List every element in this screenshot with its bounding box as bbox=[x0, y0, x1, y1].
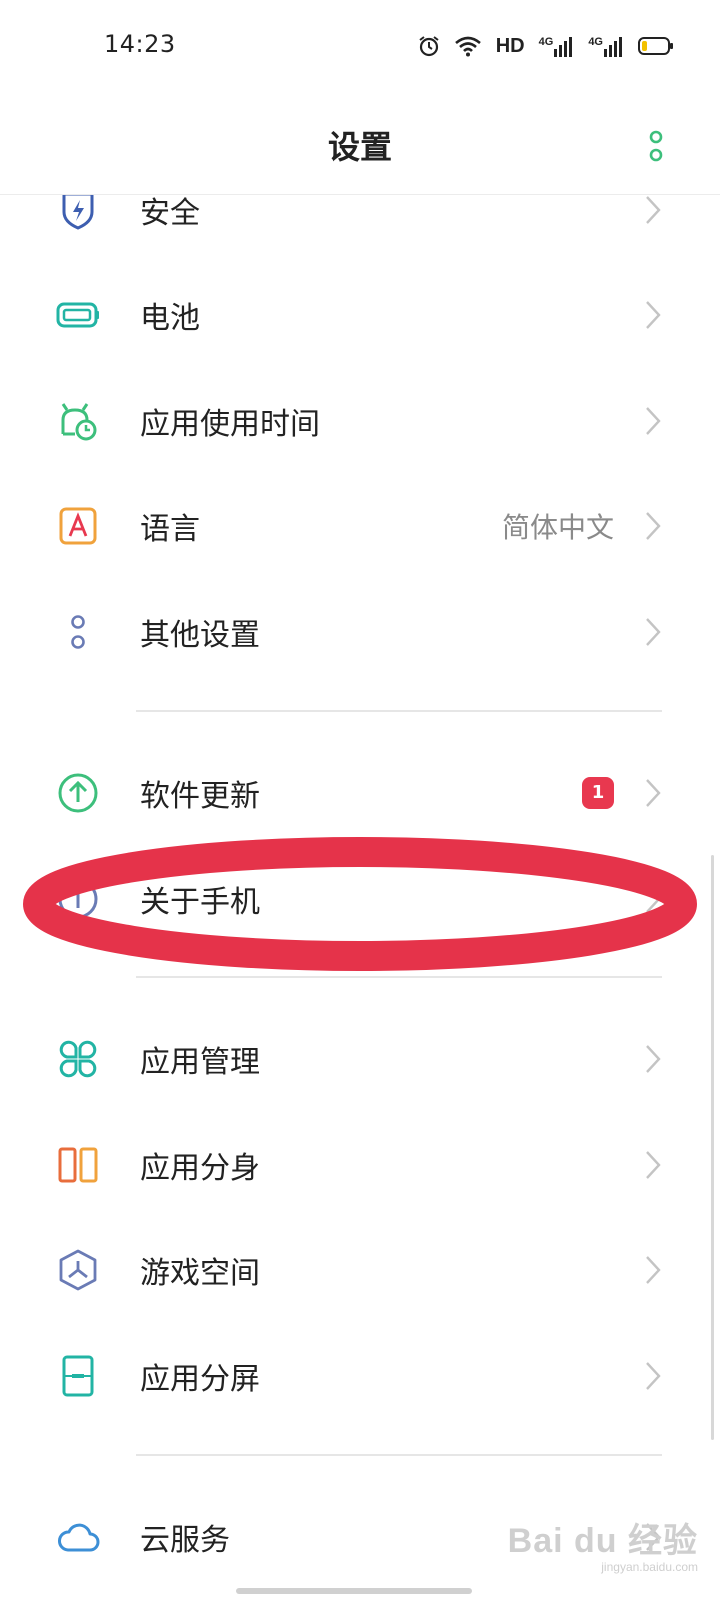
settings-item-game-space[interactable]: 游戏空间 bbox=[0, 1216, 720, 1324]
settings-item-label: 云服务 bbox=[140, 1523, 230, 1558]
settings-item-split-screen[interactable]: 应用分屏 bbox=[0, 1322, 720, 1430]
settings-item-label: 电池 bbox=[140, 301, 200, 336]
section-divider bbox=[136, 710, 662, 712]
scrollbar[interactable] bbox=[711, 855, 714, 1440]
network-2-label: 4G bbox=[588, 36, 603, 48]
hd-label: HD bbox=[495, 34, 525, 57]
settings-item-app-clone[interactable]: 应用分身 bbox=[0, 1111, 720, 1219]
settings-screen: 14:23 HD 4G 4G 设置 安全 电池 应用使用时间 语言 简体中文 其… bbox=[0, 0, 720, 1600]
settings-item-label: 应用分屏 bbox=[140, 1362, 260, 1397]
settings-item-language[interactable]: 语言 简体中文 bbox=[0, 472, 720, 580]
settings-item-software-update[interactable]: 软件更新 1 bbox=[0, 739, 720, 847]
status-bar: 14:23 HD 4G 4G bbox=[0, 0, 720, 92]
update-count-badge: 1 bbox=[582, 777, 614, 809]
chevron-right-icon bbox=[646, 779, 661, 807]
settings-item-app-management[interactable]: 应用管理 bbox=[0, 1005, 720, 1113]
hexagon-tripod-icon bbox=[54, 1246, 102, 1294]
two-dots-icon bbox=[54, 608, 102, 656]
dual-app-icon bbox=[54, 1141, 102, 1189]
chevron-right-icon bbox=[646, 407, 661, 435]
status-time: 14:23 bbox=[104, 30, 176, 58]
settings-item-label: 应用使用时间 bbox=[140, 407, 320, 442]
info-circle-icon bbox=[54, 875, 102, 923]
cloud-icon bbox=[54, 1513, 102, 1561]
chevron-right-icon bbox=[646, 196, 661, 224]
status-icons: HD 4G 4G bbox=[418, 32, 674, 60]
alarm-icon bbox=[418, 35, 440, 57]
section-divider bbox=[136, 1454, 662, 1456]
battery-status-icon bbox=[638, 36, 674, 56]
home-indicator[interactable] bbox=[236, 1588, 472, 1594]
arrow-up-circle-icon bbox=[54, 769, 102, 817]
settings-item-about-phone[interactable]: 关于手机 bbox=[0, 845, 720, 953]
language-value: 简体中文 bbox=[501, 511, 614, 544]
settings-item-label: 软件更新 bbox=[140, 779, 260, 814]
section-divider bbox=[136, 976, 662, 978]
chevron-right-icon bbox=[646, 1045, 661, 1073]
chevron-right-icon bbox=[646, 1151, 661, 1179]
more-vertical-icon bbox=[649, 130, 663, 162]
signal-2-icon: 4G bbox=[588, 35, 624, 57]
letter-a-icon bbox=[54, 502, 102, 550]
settings-item-cloud[interactable]: 云服务 bbox=[0, 1483, 720, 1591]
network-1-label: 4G bbox=[538, 36, 554, 48]
settings-item-label: 应用分身 bbox=[140, 1151, 260, 1186]
chevron-right-icon bbox=[646, 885, 661, 913]
header-bar: 设置 bbox=[0, 92, 720, 195]
settings-item-battery[interactable]: 电池 bbox=[0, 261, 720, 369]
chevron-right-icon bbox=[646, 301, 661, 329]
chevron-right-icon bbox=[646, 1256, 661, 1284]
chevron-right-icon bbox=[646, 1523, 661, 1551]
four-petals-icon bbox=[54, 1035, 102, 1083]
signal-1-icon: 4G bbox=[539, 35, 575, 57]
chevron-right-icon bbox=[646, 618, 661, 646]
settings-item-label: 应用管理 bbox=[140, 1045, 260, 1080]
battery-icon bbox=[54, 291, 102, 339]
page-title: 设置 bbox=[327, 128, 392, 166]
settings-item-label: 语言 bbox=[140, 512, 200, 547]
settings-item-label: 游戏空间 bbox=[140, 1256, 260, 1291]
hd-icon: HD bbox=[496, 35, 525, 58]
wifi-icon bbox=[454, 35, 482, 57]
chevron-right-icon bbox=[646, 1362, 661, 1390]
settings-item-other[interactable]: 其他设置 bbox=[0, 578, 720, 686]
settings-item-screen-time[interactable]: 应用使用时间 bbox=[0, 367, 720, 475]
chevron-right-icon bbox=[646, 512, 661, 540]
android-clock-icon bbox=[54, 397, 102, 445]
settings-item-label: 其他设置 bbox=[140, 618, 260, 653]
settings-item-label: 关于手机 bbox=[140, 885, 260, 920]
more-options-button[interactable] bbox=[644, 128, 668, 164]
split-screen-icon bbox=[54, 1352, 102, 1400]
